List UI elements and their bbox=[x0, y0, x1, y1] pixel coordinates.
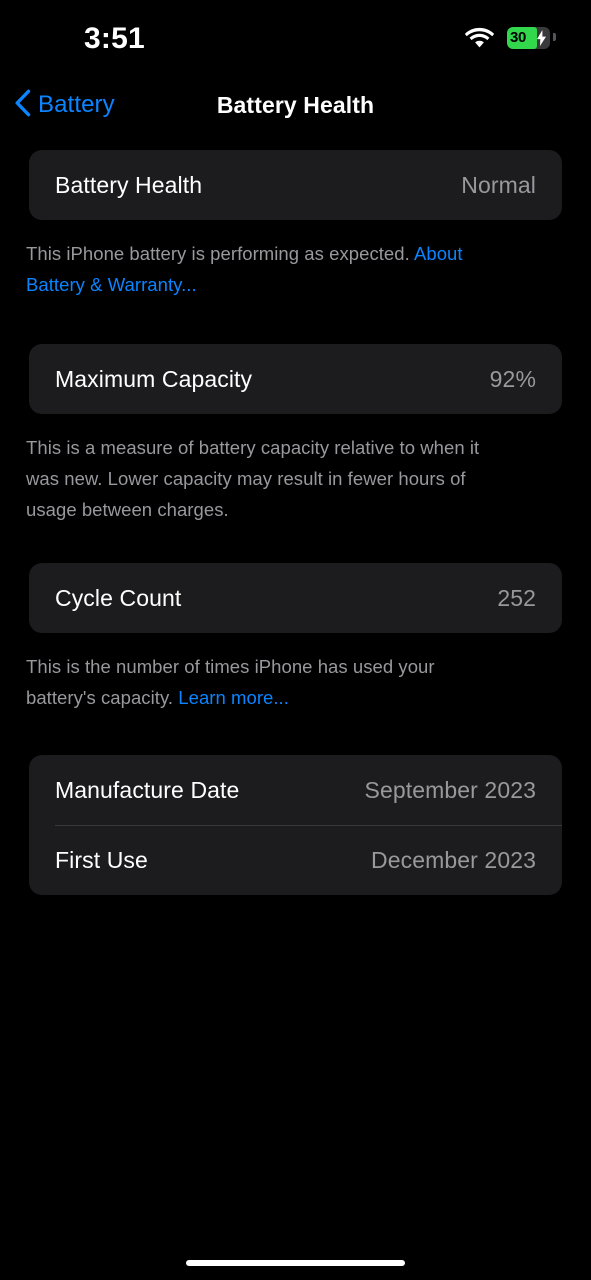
section-cycle-count: Cycle Count 252 bbox=[29, 563, 562, 633]
row-label: First Use bbox=[55, 846, 148, 873]
row-value: 252 bbox=[497, 584, 536, 611]
row-cycle-count[interactable]: Cycle Count 252 bbox=[29, 563, 562, 633]
phone-screen: 3:51 30 Battery Battery Health Battery H… bbox=[0, 0, 591, 1280]
section-maximum-capacity: Maximum Capacity 92% bbox=[29, 344, 562, 414]
wifi-icon bbox=[465, 27, 494, 48]
learn-more-link[interactable]: Learn more... bbox=[178, 687, 289, 708]
footer-battery-health: This iPhone battery is performing as exp… bbox=[26, 238, 496, 300]
battery-icon: 30 bbox=[507, 26, 550, 49]
row-maximum-capacity[interactable]: Maximum Capacity 92% bbox=[29, 344, 562, 414]
row-label: Cycle Count bbox=[55, 584, 182, 611]
footer-text: This is a measure of battery capacity re… bbox=[26, 437, 480, 520]
row-value: December 2023 bbox=[371, 846, 536, 873]
battery-status-indicator: 30 bbox=[507, 26, 556, 49]
status-bar: 3:51 30 bbox=[0, 0, 591, 72]
row-label: Maximum Capacity bbox=[55, 365, 253, 392]
row-value: 92% bbox=[489, 365, 536, 392]
row-value: September 2023 bbox=[364, 776, 536, 803]
row-first-use: First Use December 2023 bbox=[29, 825, 562, 895]
status-bar-clock: 3:51 bbox=[84, 22, 145, 55]
navigation-bar: Battery Battery Health bbox=[0, 80, 591, 130]
battery-level-label: 30 bbox=[510, 28, 527, 46]
lightning-bolt-icon bbox=[537, 29, 546, 49]
status-bar-indicators: 30 bbox=[465, 26, 556, 49]
row-label: Manufacture Date bbox=[55, 776, 240, 803]
row-manufacture-date: Manufacture Date September 2023 bbox=[29, 755, 562, 825]
row-battery-health[interactable]: Battery Health Normal bbox=[29, 150, 562, 220]
row-label: Battery Health bbox=[55, 171, 203, 198]
footer-cycle-count: This is the number of times iPhone has u… bbox=[26, 651, 496, 713]
settings-list: Battery Health Normal This iPhone batter… bbox=[0, 150, 591, 895]
footer-text: This iPhone battery is performing as exp… bbox=[26, 243, 414, 264]
page-title: Battery Health bbox=[216, 91, 375, 118]
status-badge: Normal bbox=[461, 171, 536, 198]
footer-maximum-capacity: This is a measure of battery capacity re… bbox=[26, 432, 496, 525]
battery-cap bbox=[553, 33, 556, 41]
section-battery-health: Battery Health Normal bbox=[29, 150, 562, 220]
home-indicator[interactable] bbox=[186, 1260, 405, 1266]
section-battery-dates: Manufacture Date September 2023 First Us… bbox=[29, 755, 562, 895]
